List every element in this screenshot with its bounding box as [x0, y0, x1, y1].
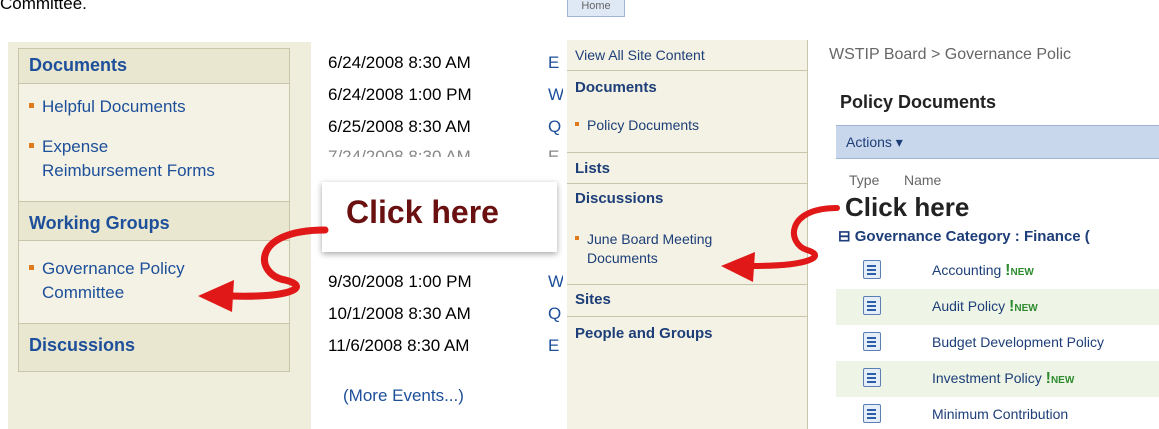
nav-item-governance-policy-committee[interactable]: Governance Policy Committee: [29, 257, 185, 305]
word-document-icon[interactable]: [863, 296, 881, 315]
bullet-icon: [29, 103, 34, 109]
callout-box: Click here: [322, 182, 557, 252]
event-date: 6/24/2008 1:00 PM: [328, 85, 472, 104]
caption: Committee.: [0, 0, 87, 13]
event-date: 6/24/2008 8:30 AM: [328, 53, 471, 72]
event-link[interactable]: Q: [548, 304, 561, 324]
nav-heading-documents[interactable]: Documents: [575, 79, 657, 96]
word-document-icon[interactable]: [863, 404, 881, 423]
left-quick-launch: Documents Helpful Documents Expense Reimb…: [18, 48, 290, 372]
callout-text: Click here: [845, 192, 970, 222]
event-date: 6/25/2008 8:30 AM: [328, 117, 471, 136]
event-date: 9/30/2008 1:00 PM: [328, 272, 472, 291]
event-date: 10/1/2008 8:30 AM: [328, 304, 471, 323]
word-document-icon[interactable]: [863, 260, 881, 279]
event-date: 11/6/2008 8:30 AM: [328, 336, 470, 355]
column-header-name[interactable]: Name: [904, 172, 941, 188]
tab-home[interactable]: Home: [567, 0, 625, 17]
event-link[interactable]: W: [548, 85, 564, 105]
document-link[interactable]: Investment Policy !NEW: [932, 370, 1074, 388]
actions-menu-button[interactable]: Actions ▾: [846, 134, 903, 151]
event-link[interactable]: W: [548, 272, 564, 292]
word-document-icon[interactable]: [863, 332, 881, 351]
nav-heading-sites[interactable]: Sites: [575, 291, 611, 308]
nav-heading-discussions[interactable]: Discussions: [575, 190, 663, 207]
nav-heading-working-groups[interactable]: Working Groups: [29, 213, 170, 234]
red-arrow-icon: [198, 226, 329, 312]
event-link[interactable]: E: [548, 53, 559, 73]
breadcrumb[interactable]: WSTIP Board > Governance Polic: [829, 46, 1071, 64]
document-link[interactable]: Minimum Contribution: [932, 406, 1068, 422]
event-date-partial: 7/24/2008 8:30 AM: [328, 147, 471, 157]
nav-item-june-board-meeting[interactable]: June Board Meeting Documents: [575, 230, 712, 268]
nav-item-helpful-documents[interactable]: Helpful Documents: [29, 95, 186, 119]
document-link[interactable]: Accounting !NEW: [932, 262, 1034, 280]
more-events-link[interactable]: (More Events...): [343, 386, 464, 406]
callout-text: Click here: [346, 194, 499, 230]
group-header[interactable]: ⊟ Governance Category : Finance (: [838, 227, 1090, 245]
nav-heading-documents[interactable]: Documents: [29, 55, 127, 76]
nav-heading-people-and-groups[interactable]: People and Groups: [575, 325, 713, 342]
word-document-icon[interactable]: [863, 368, 881, 387]
column-header-type[interactable]: Type: [849, 172, 879, 188]
page-title: Policy Documents: [840, 92, 997, 112]
bullet-icon: [575, 236, 579, 241]
red-arrow-icon: [721, 205, 840, 282]
nav-item-policy-documents[interactable]: Policy Documents: [575, 116, 699, 135]
actions-toolbar: Actions ▾: [836, 125, 1159, 159]
view-all-site-content-link[interactable]: View All Site Content: [575, 46, 705, 65]
document-link[interactable]: Audit Policy !NEW: [932, 298, 1038, 316]
nav-heading-lists[interactable]: Lists: [575, 160, 610, 177]
bullet-icon: [29, 143, 34, 149]
bullet-icon: [29, 265, 34, 271]
bullet-icon: [575, 122, 579, 127]
nav-heading-discussions[interactable]: Discussions: [29, 335, 135, 356]
event-link[interactable]: E: [548, 336, 559, 356]
nav-item-expense-reimbursement[interactable]: Expense Reimbursement Forms: [29, 135, 215, 183]
document-link[interactable]: Budget Development Policy: [932, 334, 1104, 350]
event-link-partial[interactable]: E: [548, 147, 559, 157]
event-link[interactable]: Q: [548, 117, 561, 137]
